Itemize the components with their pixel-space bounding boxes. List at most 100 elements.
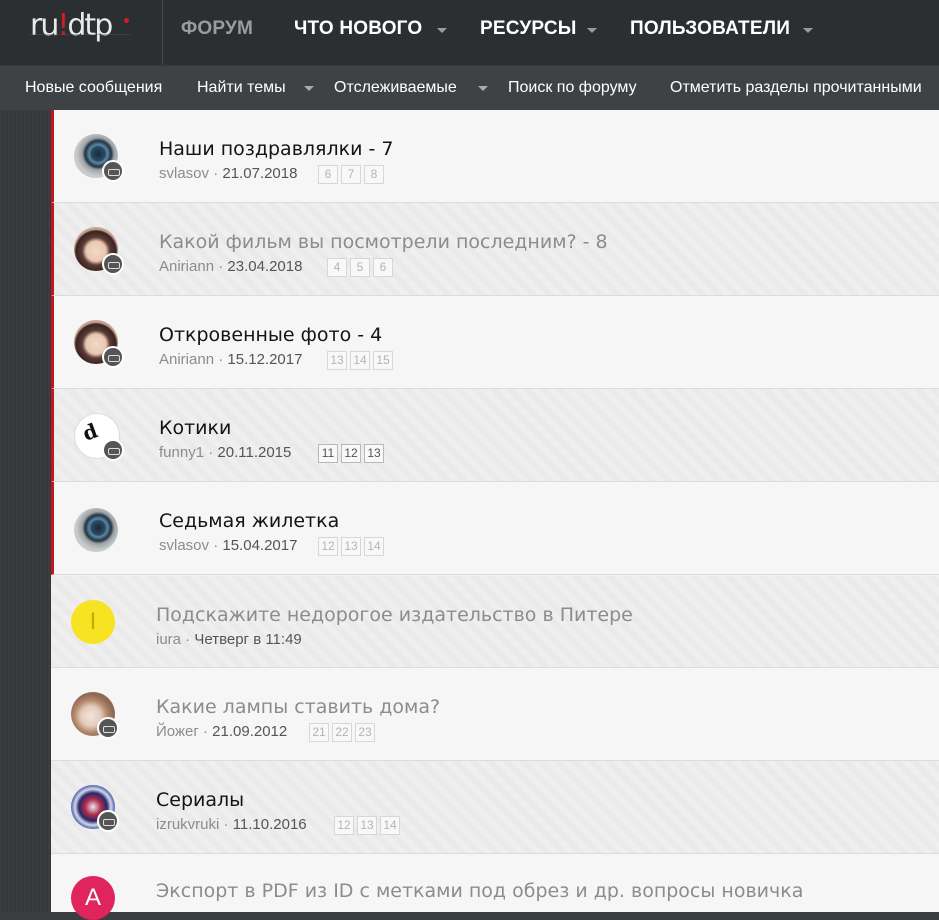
page-link[interactable]: 13 [341,537,361,556]
thread-title[interactable]: Наши поздравлялки - 7 [159,138,393,160]
thread-row[interactable]: Седьмая жилетка svlasov · 15.04.2017 12 … [51,482,939,575]
thread-author[interactable]: Йожег [156,723,199,740]
thread-author[interactable]: Aniriann [159,351,214,368]
thread-title[interactable]: Экспорт в PDF из ID с метками под обрез … [156,880,803,902]
thread-date[interactable]: 21.09.2012 [212,723,287,740]
page-link[interactable]: 15 [373,351,393,370]
thread-row[interactable]: Какой фильм вы посмотрели последним? - 8… [51,203,939,296]
thread-date[interactable]: 20.11.2015 [217,444,291,461]
thread-row[interactable]: Откровенные фото - 4 Aniriann · 15.12.20… [51,296,939,389]
nav-users[interactable]: ПОЛЬЗОВАТЕЛИ [630,18,790,40]
page-link[interactable]: 5 [350,258,370,277]
thread-list: Наши поздравлялки - 7 svlasov · 21.07.20… [51,110,939,920]
thread-author[interactable]: svlasov [159,537,209,554]
page-link[interactable]: 14 [364,537,384,556]
thread-row[interactable]: Наши поздравлялки - 7 svlasov · 21.07.20… [51,110,939,203]
thread-meta: Aniriann · 15.12.2017 [159,351,303,368]
users-dropdown-icon[interactable] [803,28,813,33]
thread-row[interactable]: A Экспорт в PDF из ID с метками под обре… [51,854,939,920]
nav-whats-new[interactable]: ЧТО НОВОГО [294,18,422,40]
thread-date[interactable]: 11.10.2016 [233,816,307,833]
user-badge-icon [102,160,124,182]
thread-author[interactable]: funny1 [159,444,204,461]
user-badge-icon [97,810,119,832]
thread-meta: Йожег · 21.09.2012 [156,723,288,740]
thread-row[interactable]: Какие лампы ставить дома? Йожег · 21.09.… [51,668,939,761]
resources-dropdown-icon[interactable] [587,28,597,33]
page-link[interactable]: 11 [318,444,338,463]
thread-title[interactable]: Какие лампы ставить дома? [156,696,440,718]
nav-forum[interactable]: ФОРУМ [181,18,253,40]
top-navigation: ru!dtp ФОРУМ ЧТО НОВОГО РЕСУРСЫ ПОЛЬЗОВА… [0,0,939,65]
nav-resources[interactable]: РЕСУРСЫ [480,18,577,40]
subnav-watched[interactable]: Отслеживаемые [334,79,457,97]
thread-date[interactable]: 15.04.2017 [222,537,297,554]
page-link[interactable]: 8 [364,165,384,184]
page-link[interactable]: 22 [332,723,352,742]
subnav-mark-read[interactable]: Отметить разделы прочитанными [670,79,922,97]
thread-author[interactable]: Aniriann [159,258,214,275]
dtp-logo-icon: d [79,418,101,446]
user-avatar[interactable]: A [71,876,115,920]
page-link[interactable]: 14 [350,351,370,370]
watched-dropdown-icon[interactable] [478,86,488,91]
thread-pages: 4 5 6 [327,258,393,277]
thread-meta: iura · Четверг в 11:49 [156,631,302,648]
page-link[interactable]: 13 [357,816,377,835]
page-side-background [0,110,51,912]
thread-date[interactable]: Четверг в 11:49 [194,631,301,648]
thread-meta: Aniriann · 23.04.2018 [159,258,303,275]
page-link[interactable]: 6 [318,165,338,184]
page-link[interactable]: 13 [327,351,347,370]
thread-meta: svlasov · 15.04.2017 [159,537,298,554]
page-link[interactable]: 21 [309,723,329,742]
thread-meta: izrukvruki · 11.10.2016 [156,816,307,833]
page-link[interactable]: 14 [380,816,400,835]
thread-row[interactable]: I Подскажите недорогое издательство в Пи… [51,576,939,668]
thread-title[interactable]: Подскажите недорогое издательство в Пите… [156,604,633,626]
page-link[interactable]: 6 [373,258,393,277]
thread-author[interactable]: svlasov [159,165,209,182]
whats-new-dropdown-icon[interactable] [437,28,447,33]
thread-pages: 21 22 23 [309,723,375,742]
subnav-new-posts[interactable]: Новые сообщения [25,79,162,97]
thread-pages: 13 14 15 [327,351,393,370]
user-badge-icon [102,346,124,368]
thread-meta: funny1 · 20.11.2015 [159,444,292,461]
thread-author[interactable]: izrukvruki [156,816,219,833]
user-badge-icon [102,439,124,461]
user-avatar[interactable]: I [71,600,115,644]
thread-title[interactable]: Котики [159,417,231,439]
page-link[interactable]: 12 [318,537,338,556]
thread-date[interactable]: 15.12.2017 [227,351,302,368]
thread-author[interactable]: iura [156,631,181,648]
find-threads-dropdown-icon[interactable] [304,86,314,91]
user-avatar[interactable] [74,508,118,552]
page-link[interactable]: 13 [364,444,384,463]
thread-row[interactable]: d Котики funny1 · 20.11.2015 11 12 13 [51,389,939,482]
thread-pages: 12 13 14 [334,816,400,835]
thread-title[interactable]: Сериалы [156,789,244,811]
thread-title[interactable]: Седьмая жилетка [159,510,339,532]
thread-date[interactable]: 21.07.2018 [222,165,297,182]
page-link[interactable]: 7 [341,165,361,184]
page-link[interactable]: 12 [341,444,361,463]
page-link[interactable]: 4 [327,258,347,277]
thread-title[interactable]: Откровенные фото - 4 [159,324,382,346]
thread-date[interactable]: 23.04.2018 [227,258,302,275]
thread-pages: 6 7 8 [318,165,384,184]
thread-row[interactable]: Сериалы izrukvruki · 11.10.2016 12 13 14 [51,761,939,854]
sub-navigation: Новые сообщения Найти темы Отслеживаемые… [0,65,939,111]
logo-reflection [30,34,130,49]
subnav-find-threads[interactable]: Найти темы [197,79,286,97]
thread-meta: svlasov · 21.07.2018 [159,165,298,182]
user-badge-icon [102,253,124,275]
page-link[interactable]: 12 [334,816,354,835]
site-logo[interactable]: ru!dtp [0,0,163,65]
thread-pages: 11 12 13 [318,444,384,463]
logo-dot [124,18,129,23]
page-link[interactable]: 23 [355,723,375,742]
subnav-search-forums[interactable]: Поиск по форуму [508,79,637,97]
thread-pages: 12 13 14 [318,537,384,556]
thread-title[interactable]: Какой фильм вы посмотрели последним? - 8 [159,231,608,253]
